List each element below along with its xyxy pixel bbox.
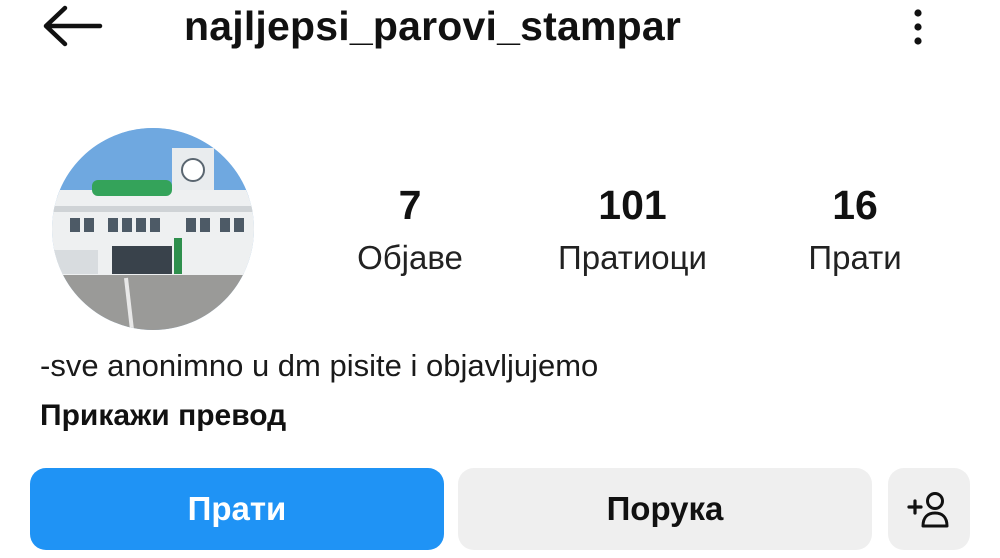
message-button[interactable]: Порука	[458, 468, 872, 550]
add-user-button[interactable]	[888, 468, 970, 550]
back-button[interactable]	[38, 4, 104, 48]
stat-followers[interactable]: 101 Пратиоци	[540, 180, 725, 280]
add-person-icon	[907, 492, 949, 528]
profile-username: najljepsi_parovi_stampar	[184, 3, 682, 49]
follow-button[interactable]: Прати	[30, 468, 444, 550]
arrow-left-icon	[43, 5, 103, 47]
top-bar: najljepsi_parovi_stampar	[0, 0, 1000, 60]
followers-count: 101	[598, 182, 667, 228]
stat-posts[interactable]: 7 Објаве	[340, 180, 480, 280]
stat-following[interactable]: 16 Прати	[790, 180, 920, 280]
school-building-photo	[52, 128, 254, 330]
posts-label: Објаве	[357, 239, 463, 276]
following-count: 16	[832, 182, 878, 228]
posts-count: 7	[398, 182, 422, 228]
following-label: Прати	[808, 239, 902, 276]
bio-text: -sve anonimno u dm pisite i objavljujemo	[40, 348, 599, 383]
show-translation-link[interactable]: Прикажи превод	[40, 396, 286, 436]
more-options-button[interactable]	[898, 4, 938, 50]
followers-label: Пратиоци	[558, 239, 707, 276]
vertical-dots-icon	[914, 9, 922, 45]
profile-avatar[interactable]	[52, 128, 254, 330]
follow-button-label: Прати	[187, 490, 287, 527]
message-button-label: Порука	[606, 490, 724, 527]
